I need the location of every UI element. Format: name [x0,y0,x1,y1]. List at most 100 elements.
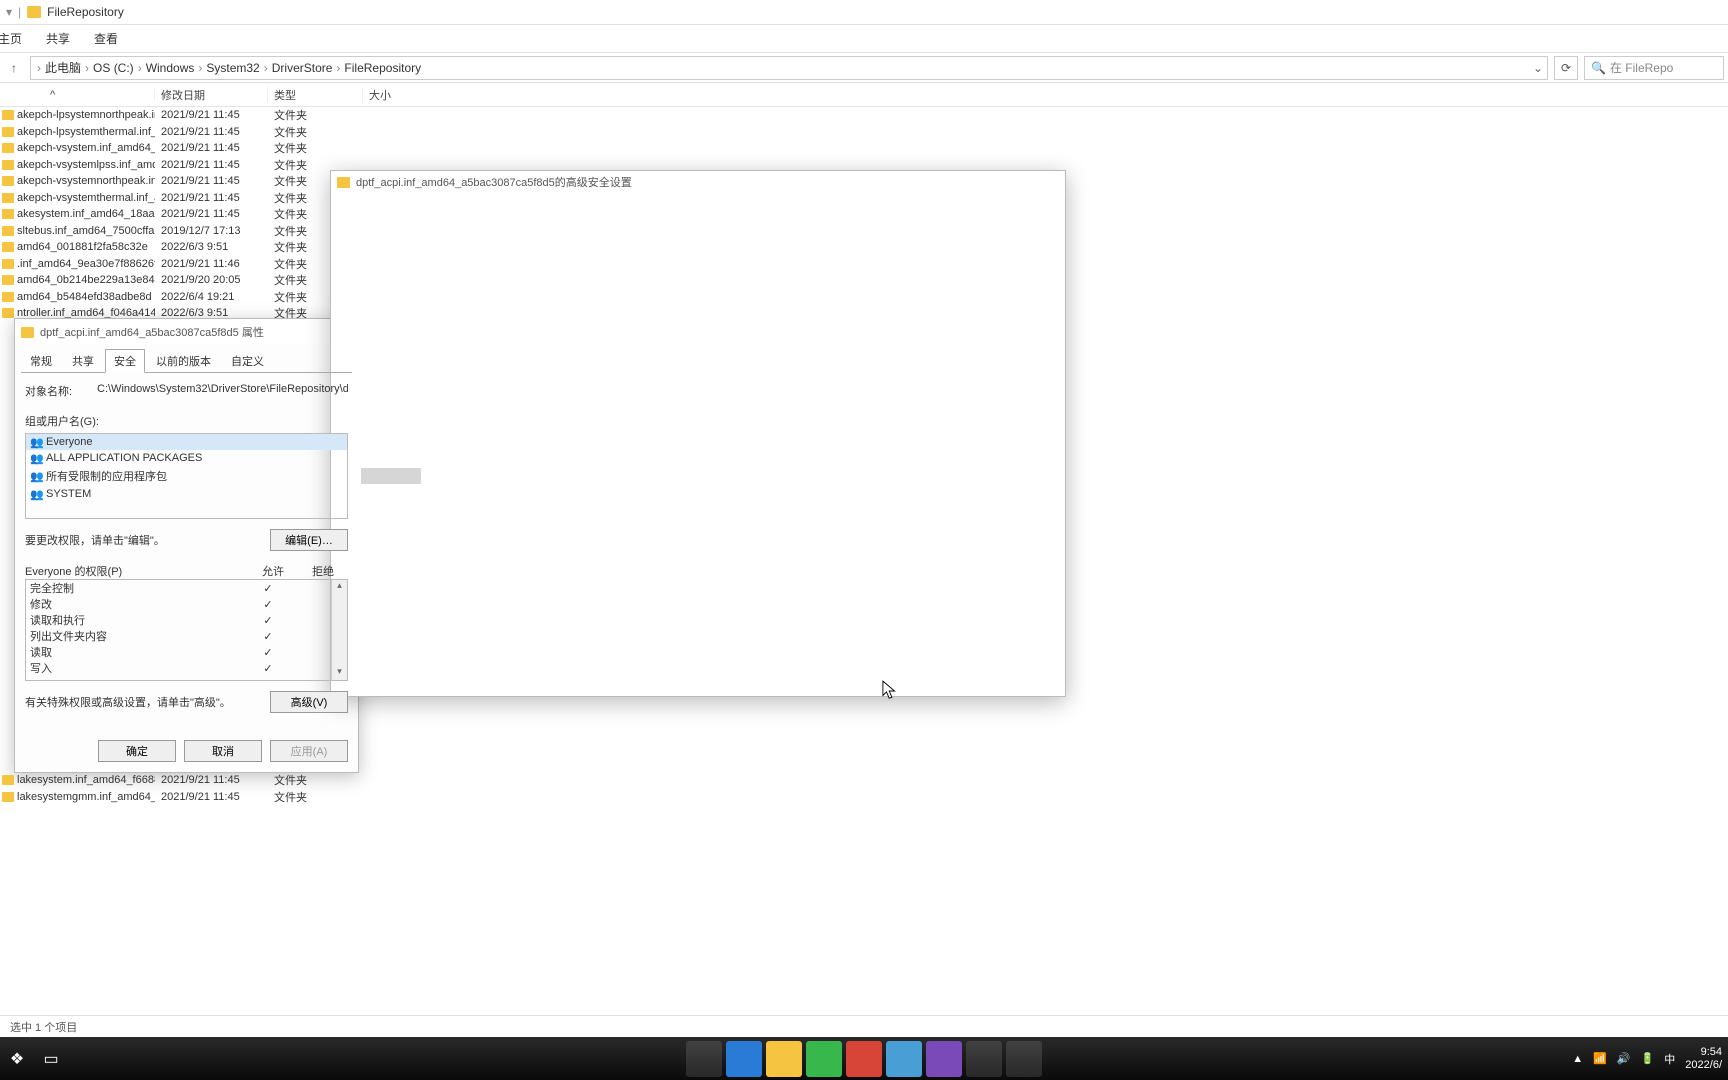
tab-previous-versions[interactable]: 以前的版本 [147,349,220,373]
group-item-restricted[interactable]: 👥所有受限制的应用程序包 [26,466,347,486]
breadcrumb-dropdown-icon[interactable]: ⌄ [1533,61,1543,75]
dialog-buttons: 确定 取消 应用(A) [98,740,348,762]
table-row[interactable]: akepch-lpsystemnorthpeak.inf…2021/9/21 1… [0,107,1728,124]
crumb-system32[interactable]: System32 [206,61,259,75]
edit-button[interactable]: 编辑(E)… [270,529,348,551]
group-item-everyone[interactable]: 👥Everyone [26,434,347,450]
column-type[interactable]: 类型 [268,87,363,103]
column-date[interactable]: 修改日期 [155,87,268,103]
taskbar-app[interactable] [886,1041,922,1077]
taskbar-app[interactable] [726,1041,762,1077]
ribbon-home[interactable]: 主页 [0,30,22,47]
groups-listbox[interactable]: 👥Everyone 👥ALL APPLICATION PACKAGES 👥所有受… [25,433,348,519]
crumb-driverstore[interactable]: DriverStore [272,61,333,75]
permission-row: 读取✓ [26,644,347,660]
folder-icon [21,327,34,338]
scroll-up-icon[interactable]: ▴ [332,580,347,594]
group-icon: 👥 [30,470,42,482]
tray-clock[interactable]: 9:54 2022/6/ [1685,1046,1722,1070]
chevron-right-icon: › [198,61,202,75]
chevron-right-icon: › [264,61,268,75]
breadcrumb[interactable]: ›此电脑 ›OS (C:) ›Windows ›System32 ›Driver… [30,56,1548,80]
group-icon: 👥 [30,488,42,500]
chevron-right-icon: › [336,61,340,75]
start-button[interactable]: ❖ [0,1037,34,1080]
ribbon-share[interactable]: 共享 [46,30,70,47]
folder-icon [27,6,41,18]
properties-tabs: 常规 共享 安全 以前的版本 自定义 [15,349,358,373]
taskbar-app[interactable] [766,1041,802,1077]
crumb-filerepository[interactable]: FileRepository [344,61,421,75]
crumb-drive[interactable]: OS (C:) [93,61,134,75]
nav-up-button[interactable]: ↑ [4,58,24,78]
object-name-value: C:\Windows\System32\DriverStore\FileRepo… [97,383,348,399]
permissions-title: Everyone 的权限(P) [25,563,248,579]
back-tiny-icon: ▾ [6,5,12,19]
crumb-pc[interactable]: 此电脑 [45,59,81,76]
tab-general[interactable]: 常规 [21,349,61,373]
taskbar-app[interactable] [1006,1041,1042,1077]
advanced-title: dptf_acpi.inf_amd64_a5bac3087ca5f8d5的高级安… [356,174,632,190]
cancel-button[interactable]: 取消 [184,740,262,762]
permissions-listbox[interactable]: ▴ ▾ 完全控制✓修改✓读取和执行✓列出文件夹内容✓读取✓写入✓ [25,579,348,681]
search-icon: 🔍 [1591,61,1606,75]
search-input[interactable]: 🔍 在 FileRepo [1584,56,1724,80]
group-item-system[interactable]: 👥SYSTEM [26,486,347,502]
network-icon[interactable]: 📶 [1593,1052,1607,1065]
search-placeholder: 在 FileRepo [1610,59,1673,76]
tab-security[interactable]: 安全 [105,349,145,373]
taskbar-apps [686,1041,1042,1077]
battery-icon[interactable]: 🔋 [1641,1052,1655,1065]
status-text: 选中 1 个项目 [10,1019,77,1035]
refresh-button[interactable]: ⟳ [1554,56,1578,80]
properties-dialog: dptf_acpi.inf_amd64_a5bac3087ca5f8d5 属性 … [14,318,359,773]
table-row[interactable]: lakesystem.inf_amd64_f6688c4…2021/9/21 1… [0,772,363,789]
column-name[interactable]: ^ [0,89,155,101]
scroll-down-icon[interactable]: ▾ [332,666,347,680]
ime-icon[interactable]: 中 [1664,1051,1675,1067]
column-headers: ^ 修改日期 类型 大小 [0,83,1728,107]
table-row[interactable]: akepch-vsystem.inf_amd64_c5…2021/9/21 11… [0,140,1728,157]
taskbar: ❖ ▭ ▲ 📶 🔊 🔋 中 9:54 2022/6/ [0,1037,1728,1080]
advanced-security-dialog: dptf_acpi.inf_amd64_a5bac3087ca5f8d5的高级安… [330,170,1066,697]
ok-button[interactable]: 确定 [98,740,176,762]
groups-label: 组或用户名(G): [25,413,348,429]
properties-titlebar[interactable]: dptf_acpi.inf_amd64_a5bac3087ca5f8d5 属性 [15,319,358,345]
task-view-button[interactable]: ▭ [34,1037,68,1080]
apply-button[interactable]: 应用(A) [270,740,348,762]
tray-date: 2022/6/ [1685,1059,1722,1071]
group-icon: 👥 [30,436,42,448]
taskbar-app[interactable] [926,1041,962,1077]
file-list-bottom: lakesystem.inf_amd64_f6688c4…2021/9/21 1… [0,772,363,805]
taskbar-app[interactable] [846,1041,882,1077]
permission-row: 修改✓ [26,596,347,612]
advanced-button[interactable]: 高级(V) [270,691,348,713]
chevron-right-icon: › [37,61,41,75]
scrollbar[interactable]: ▴ ▾ [331,580,347,680]
loading-strip [361,468,421,484]
table-row[interactable]: akepch-lpsystemthermal.inf_a…2021/9/21 1… [0,124,1728,141]
security-tab-body: 对象名称: C:\Windows\System32\DriverStore\Fi… [21,372,352,723]
group-item-all-app-packages[interactable]: 👥ALL APPLICATION PACKAGES [26,450,347,466]
column-size[interactable]: 大小 [363,87,423,103]
address-row: ↑ ›此电脑 ›OS (C:) ›Windows ›System32 ›Driv… [0,53,1728,83]
deny-header: 拒绝 [298,563,348,579]
tray-icon[interactable]: ▲ [1572,1053,1583,1065]
ribbon-view[interactable]: 查看 [94,30,118,47]
taskbar-app[interactable] [966,1041,1002,1077]
status-bar: 选中 1 个项目 [0,1015,1728,1037]
tab-custom[interactable]: 自定义 [222,349,273,373]
properties-title: dptf_acpi.inf_amd64_a5bac3087ca5f8d5 属性 [40,324,264,340]
table-row[interactable]: lakesystemgmm.inf_amd64_f1…2021/9/21 11:… [0,789,363,806]
taskbar-app[interactable] [686,1041,722,1077]
tab-share[interactable]: 共享 [63,349,103,373]
edit-hint: 要更改权限，请单击"编辑"。 [25,532,165,548]
ribbon-tabs: 文件 主页 共享 查看 [0,25,1728,53]
crumb-windows[interactable]: Windows [146,61,195,75]
tray-time: 9:54 [1685,1046,1722,1058]
permission-row: 列出文件夹内容✓ [26,628,347,644]
volume-icon[interactable]: 🔊 [1617,1052,1631,1065]
advanced-titlebar[interactable]: dptf_acpi.inf_amd64_a5bac3087ca5f8d5的高级安… [331,171,1065,193]
taskbar-app[interactable] [806,1041,842,1077]
window-title: FileRepository [47,5,124,19]
